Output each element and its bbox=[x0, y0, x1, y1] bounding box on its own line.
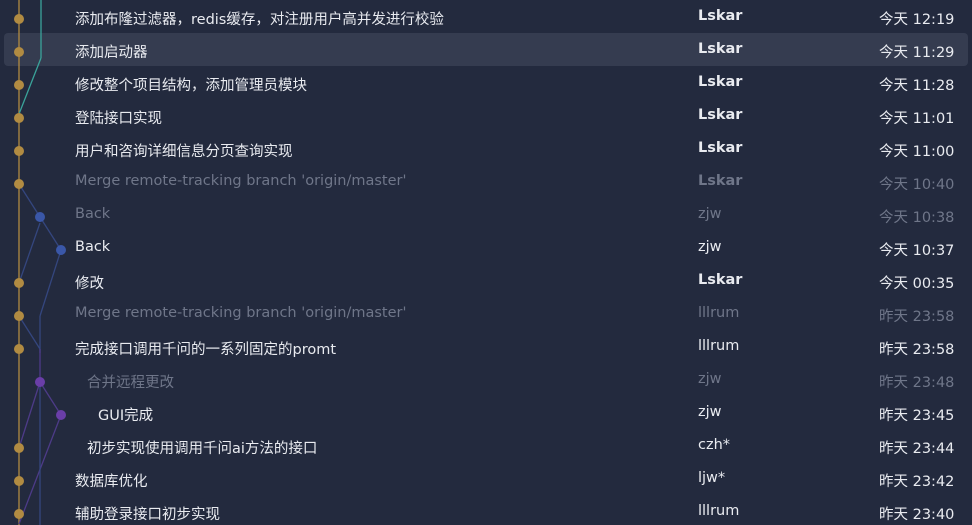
commit-author: ljw* bbox=[698, 470, 726, 486]
commit-time: 今天 11:01 bbox=[879, 111, 955, 127]
commit-row[interactable]: 修改整个项目结构，添加管理员模块 Lskar 今天 11:28 bbox=[0, 66, 972, 99]
commit-time: 今天 11:00 bbox=[879, 144, 955, 160]
commit-author: zjw bbox=[698, 371, 722, 387]
commit-time: 昨天 23:58 bbox=[879, 342, 955, 358]
commit-row[interactable]: 完成接口调用千问的一系列固定的promt lllrum 昨天 23:58 bbox=[0, 330, 972, 363]
commit-author: lllrum bbox=[698, 338, 740, 354]
commit-message: 数据库优化 bbox=[75, 474, 148, 490]
commit-row[interactable]: Merge remote-tracking branch 'origin/mas… bbox=[0, 165, 972, 198]
commit-list: 添加布隆过滤器，redis缓存，对注册用户高并发进行校验 Lskar 今天 12:1… bbox=[0, 0, 972, 525]
commit-row[interactable]: 数据库优化 ljw* 昨天 23:42 bbox=[0, 462, 972, 495]
commit-time: 昨天 23:42 bbox=[879, 474, 955, 490]
commit-message: Back bbox=[75, 206, 111, 222]
commit-message: 修改整个项目结构，添加管理员模块 bbox=[75, 78, 307, 94]
commit-time: 昨天 23:48 bbox=[879, 375, 955, 391]
commit-time: 今天 00:35 bbox=[879, 276, 955, 292]
commit-author: Lskar bbox=[698, 173, 743, 189]
commit-message: 添加布隆过滤器，redis缓存，对注册用户高并发进行校验 bbox=[75, 12, 444, 28]
commit-row[interactable]: Merge remote-tracking branch 'origin/mas… bbox=[0, 297, 972, 330]
commit-row[interactable]: 登陆接口实现 Lskar 今天 11:01 bbox=[0, 99, 972, 132]
commit-history-panel: 添加布隆过滤器，redis缓存，对注册用户高并发进行校验 Lskar 今天 12:1… bbox=[0, 0, 972, 525]
commit-row[interactable]: 添加启动器 Lskar 今天 11:29 bbox=[4, 33, 968, 66]
commit-author: czh* bbox=[698, 437, 731, 453]
commit-time: 昨天 23:40 bbox=[879, 507, 955, 523]
commit-message: GUI完成 bbox=[98, 408, 154, 424]
commit-time: 今天 10:37 bbox=[879, 243, 955, 259]
commit-author: Lskar bbox=[698, 8, 743, 24]
commit-message: 添加启动器 bbox=[75, 45, 148, 61]
commit-time: 今天 11:29 bbox=[879, 45, 955, 61]
commit-author: lllrum bbox=[698, 305, 740, 321]
commit-time: 今天 11:28 bbox=[879, 78, 955, 94]
commit-message: 修改 bbox=[75, 276, 104, 292]
commit-row[interactable]: GUI完成 zjw 昨天 23:45 bbox=[0, 396, 972, 429]
commit-row[interactable]: 合并远程更改 zjw 昨天 23:48 bbox=[0, 363, 972, 396]
commit-row[interactable]: 添加布隆过滤器，redis缓存，对注册用户高并发进行校验 Lskar 今天 12:1… bbox=[0, 0, 972, 33]
commit-row[interactable]: 初步实现使用调用千问ai方法的接口 czh* 昨天 23:44 bbox=[0, 429, 972, 462]
commit-message: 完成接口调用千问的一系列固定的promt bbox=[75, 342, 337, 358]
commit-message: Merge remote-tracking branch 'origin/mas… bbox=[75, 305, 407, 321]
commit-row[interactable]: 修改 Lskar 今天 00:35 bbox=[0, 264, 972, 297]
commit-time: 昨天 23:58 bbox=[879, 309, 955, 325]
commit-message: Merge remote-tracking branch 'origin/mas… bbox=[75, 173, 407, 189]
commit-author: zjw bbox=[698, 404, 722, 420]
commit-time: 今天 10:38 bbox=[879, 210, 955, 226]
commit-message: Back bbox=[75, 239, 111, 255]
commit-author: zjw bbox=[698, 239, 722, 255]
commit-row[interactable]: Back zjw 今天 10:38 bbox=[0, 198, 972, 231]
commit-message: 合并远程更改 bbox=[87, 375, 174, 391]
commit-message: 初步实现使用调用千问ai方法的接口 bbox=[87, 441, 318, 457]
commit-message: 登陆接口实现 bbox=[75, 111, 162, 127]
commit-author: Lskar bbox=[698, 140, 743, 156]
commit-message: 用户和咨询详细信息分页查询实现 bbox=[75, 144, 293, 160]
commit-time: 昨天 23:44 bbox=[879, 441, 955, 457]
commit-time: 今天 12:19 bbox=[879, 12, 955, 28]
commit-author: Lskar bbox=[698, 74, 743, 90]
commit-author: lllrum bbox=[698, 503, 740, 519]
commit-row[interactable]: 用户和咨询详细信息分页查询实现 Lskar 今天 11:00 bbox=[0, 132, 972, 165]
commit-author: Lskar bbox=[698, 272, 743, 288]
commit-author: zjw bbox=[698, 206, 722, 222]
commit-row[interactable]: 辅助登录接口初步实现 lllrum 昨天 23:40 bbox=[0, 495, 972, 525]
commit-author: Lskar bbox=[698, 41, 743, 57]
commit-author: Lskar bbox=[698, 107, 743, 123]
commit-row[interactable]: Back zjw 今天 10:37 bbox=[0, 231, 972, 264]
commit-message: 辅助登录接口初步实现 bbox=[75, 507, 220, 523]
commit-time: 今天 10:40 bbox=[879, 177, 955, 193]
commit-time: 昨天 23:45 bbox=[879, 408, 955, 424]
